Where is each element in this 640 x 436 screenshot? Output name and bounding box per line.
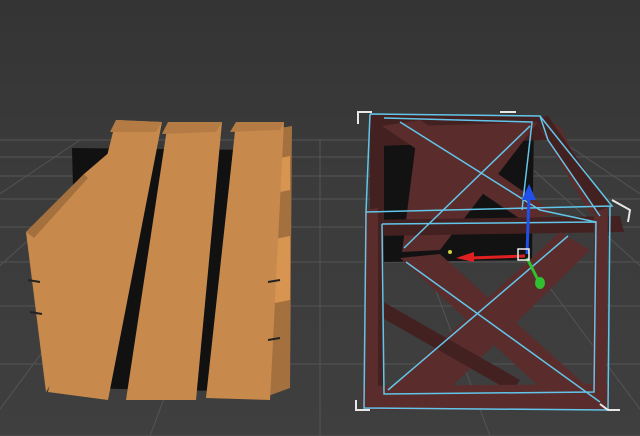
crate-slat-top	[110, 120, 162, 132]
gizmo-x-axis[interactable]	[469, 254, 526, 260]
frame-base	[362, 384, 610, 410]
viewport-scene[interactable]	[0, 0, 640, 436]
gizmo-y-arrow[interactable]	[535, 277, 545, 289]
gizmo-axis-label-dot	[448, 250, 452, 254]
slatted-crate[interactable]	[26, 120, 292, 400]
gizmo-z-axis[interactable]	[525, 195, 531, 255]
3d-viewport[interactable]	[0, 0, 640, 436]
